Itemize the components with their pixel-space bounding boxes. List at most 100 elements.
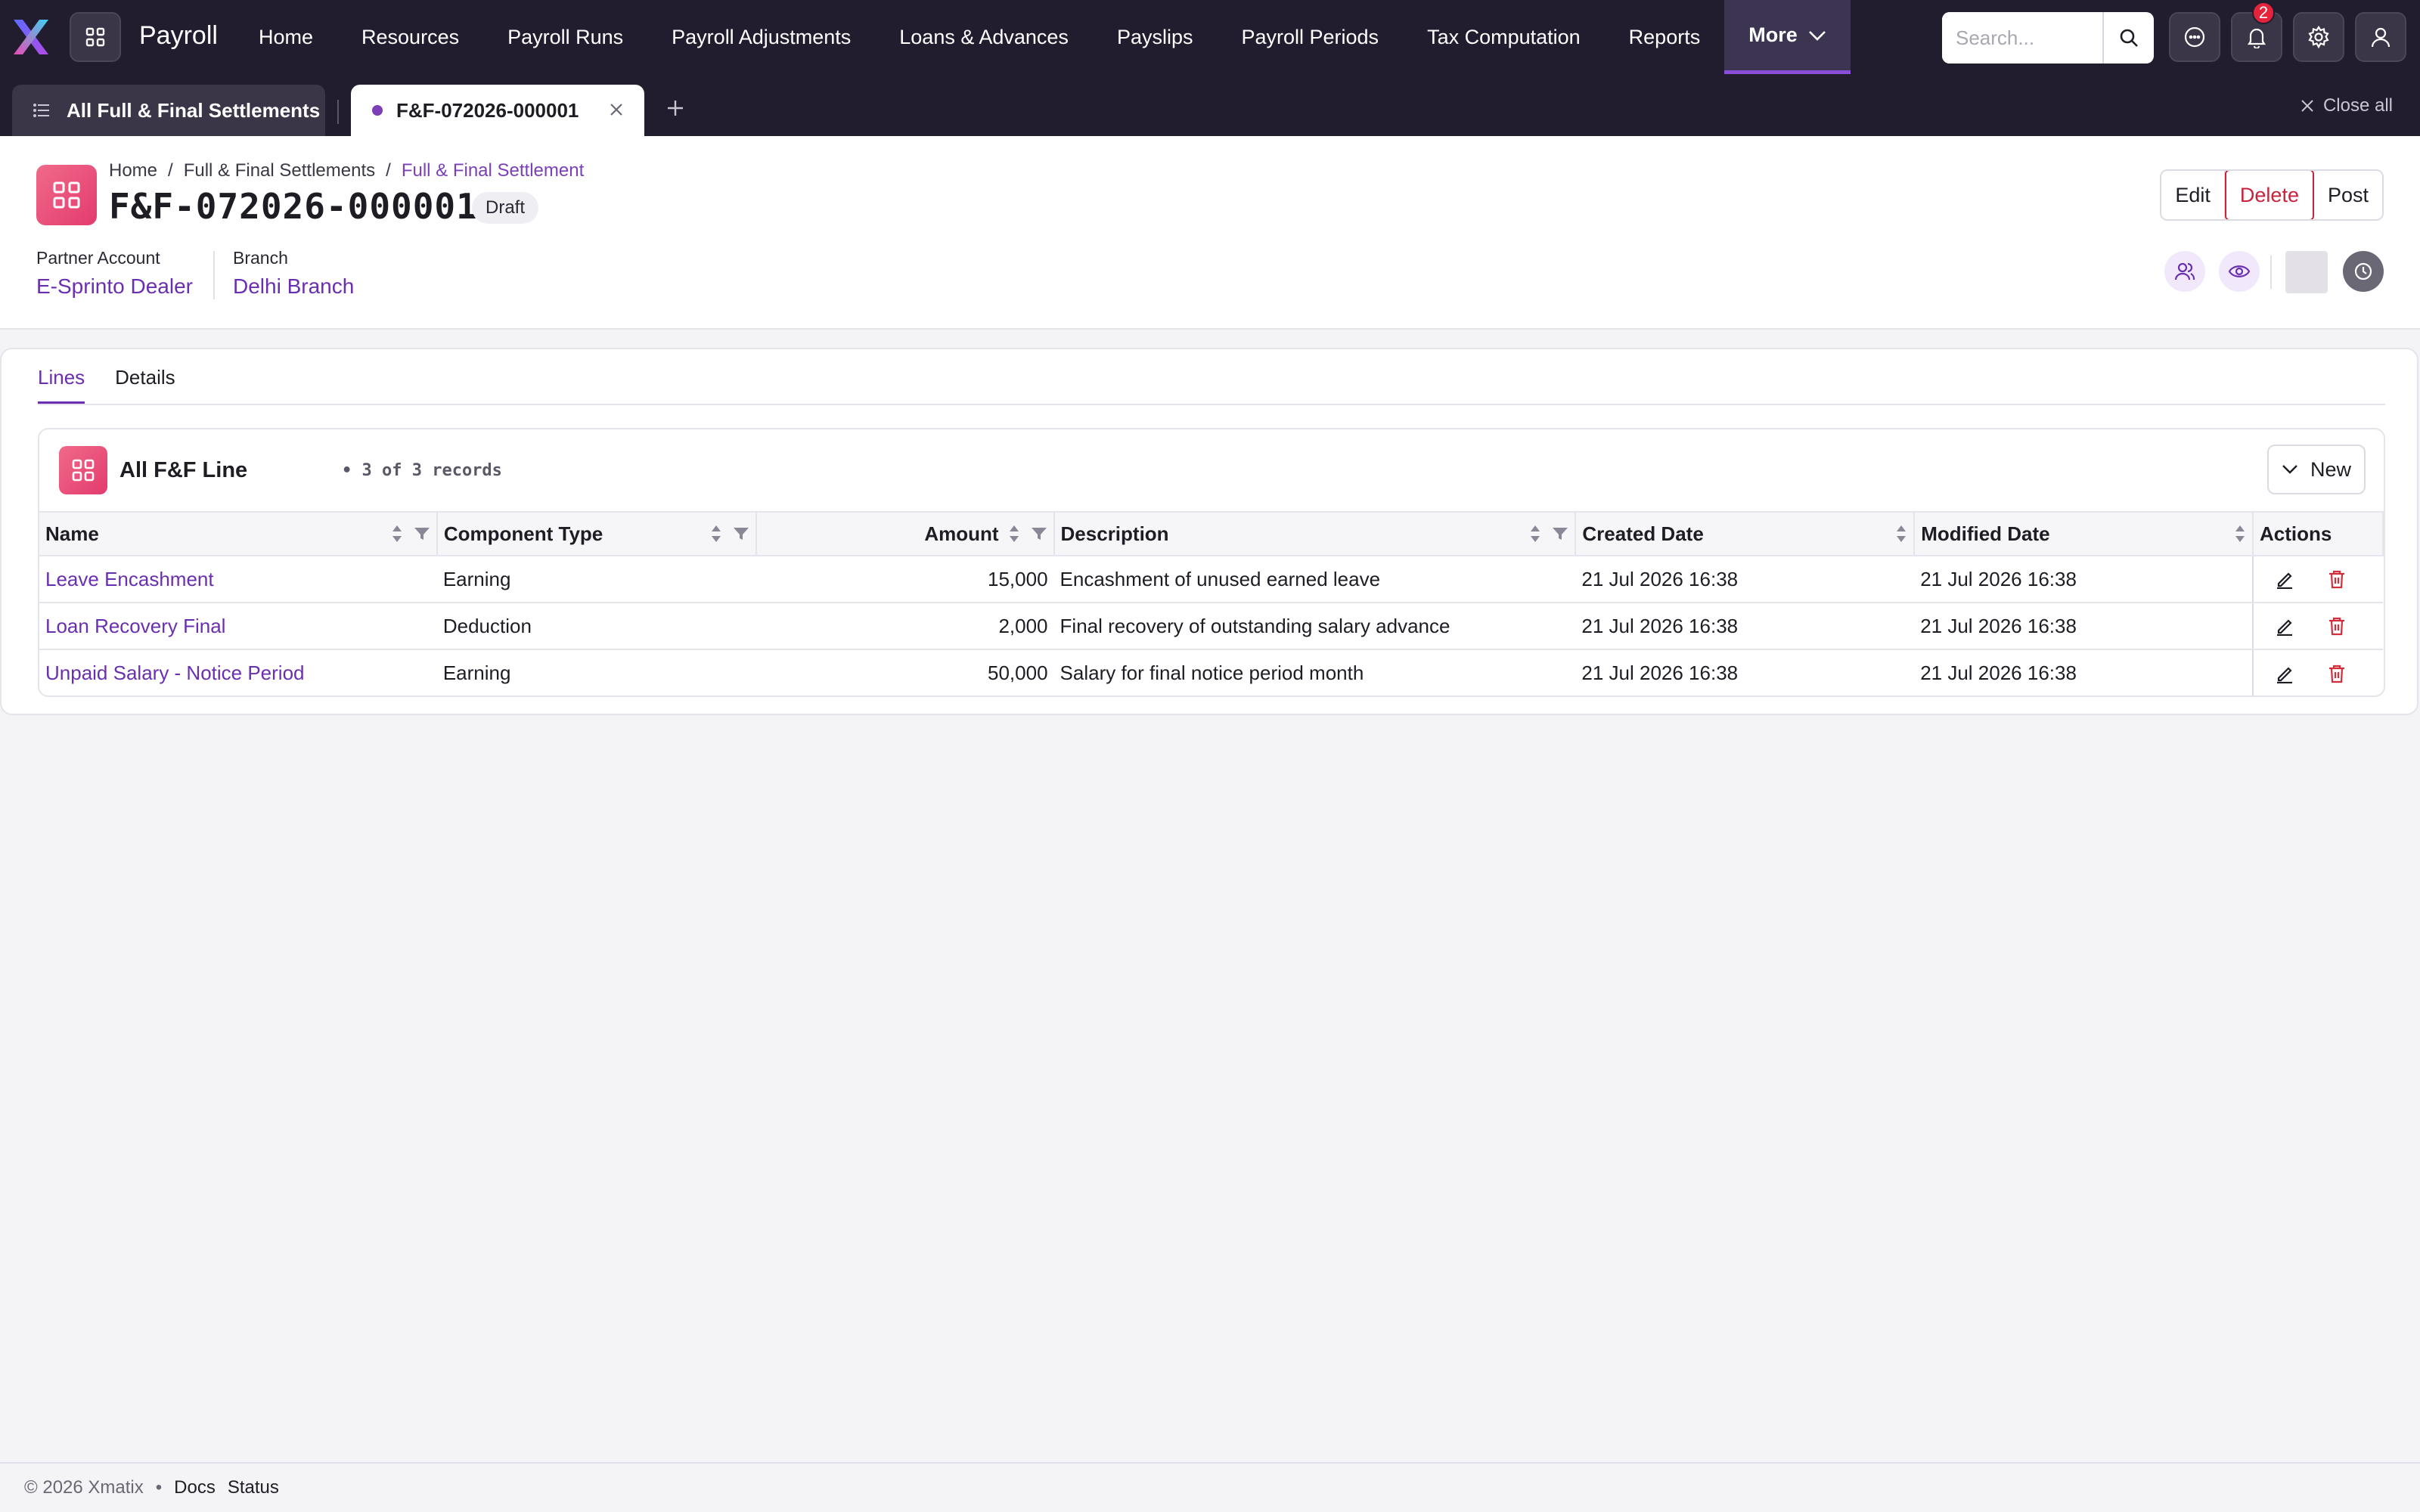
edit-icon[interactable] [2275,616,2294,636]
nav-item-payroll-adjustments[interactable]: Payroll Adjustments [647,0,875,74]
column-description-label: Description [1060,522,1169,545]
nav-item-reports[interactable]: Reports [1605,0,1725,74]
chat-button[interactable] [2169,12,2220,62]
sort-icon[interactable] [1895,524,1907,544]
history-button[interactable] [2343,251,2384,292]
tab-lines[interactable]: Lines [38,366,85,404]
created-date-cell: 21 Jul 2026 16:38 [1581,662,1739,684]
logo-x-icon[interactable] [11,17,51,57]
delete-button[interactable]: Delete [2224,171,2314,219]
column-header-amount[interactable]: Amount [755,512,1055,556]
status-badge: Draft [472,192,539,224]
breadcrumb-separator: / [168,160,173,181]
modified-date-cell: 21 Jul 2026 16:38 [1914,556,2253,603]
followers-button[interactable] [2164,251,2205,292]
nav-more-label: More [1748,23,1798,46]
chat-icon [2184,26,2205,48]
tab-divider [337,100,339,124]
close-all-label: Close all [2322,95,2393,116]
column-header-component-type[interactable]: Component Type [436,512,757,556]
edit-icon[interactable] [2275,664,2294,683]
header-icon-divider [2270,256,2272,289]
nav-item-resources[interactable]: Resources [337,0,483,74]
breadcrumb-home[interactable]: Home [109,160,157,181]
settings-button[interactable] [2293,12,2344,62]
column-header-created-date[interactable]: Created Date [1575,512,1916,556]
top-navigation-bar: Payroll Home Resources Payroll Runs Payr… [0,0,2420,74]
edit-button[interactable]: Edit [2161,171,2225,219]
search-button[interactable] [2102,12,2154,64]
sort-icon[interactable] [1529,524,1541,544]
trash-icon[interactable] [2328,569,2346,589]
new-line-button[interactable]: New [2267,445,2366,494]
sort-icon[interactable] [2234,524,2246,544]
tab-record-label: F&F-072026-000001 [396,98,579,122]
sort-icon[interactable] [1008,524,1020,544]
page-footer: © 2026 Xmatix • Docs Status [0,1462,2420,1512]
trash-icon[interactable] [2328,616,2346,636]
watch-button[interactable] [2219,251,2260,292]
table-header-row: Name Component Type Amount Description C… [39,512,2384,556]
tabs-underline [38,404,2385,405]
close-all-tabs-button[interactable]: Close all [2299,95,2393,116]
nav-item-home[interactable]: Home [234,0,337,74]
created-date-cell: 21 Jul 2026 16:38 [1575,556,1915,603]
component-type-cell: Earning [442,662,511,684]
tab-details[interactable]: Details [115,366,175,404]
app-switcher-button[interactable] [70,12,121,62]
post-button[interactable]: Post [2313,171,2382,219]
sort-icon[interactable] [710,524,722,544]
nav-item-payroll-periods[interactable]: Payroll Periods [1217,0,1403,74]
column-header-description[interactable]: Description [1053,512,1577,556]
notifications-button[interactable]: 2 [2231,2,2282,62]
close-icon [2301,100,2313,112]
branch-field: Branch Delhi Branch [233,248,354,299]
footer-link-docs[interactable]: Docs [174,1477,216,1498]
filter-icon[interactable] [414,526,430,541]
column-header-name[interactable]: Name [39,512,438,556]
branch-link[interactable]: Delhi Branch [233,274,354,299]
table-row: Loan Recovery Final Deduction 2,000 Fina… [39,603,2383,650]
branch-label: Branch [233,248,288,268]
record-tabs: Lines Details [38,366,175,404]
trash-icon[interactable] [2328,664,2346,683]
nav-item-tax-computation[interactable]: Tax Computation [1403,0,1605,74]
nav-item-more[interactable]: More [1724,0,1851,74]
copyright-text: © 2026 Xmatix [24,1477,144,1498]
plus-icon[interactable] [666,98,685,118]
line-name-link[interactable]: Unpaid Salary - Notice Period [39,649,437,696]
description-cell: Final recovery of outstanding salary adv… [1053,603,1576,650]
column-header-modified-date[interactable]: Modified Date [1914,512,2254,556]
new-button-label: New [2310,457,2351,481]
column-created-date-label: Created Date [1582,522,1704,545]
line-name-link[interactable]: Leave Encashment [39,556,437,603]
chevron-down-icon [1808,30,1826,41]
sort-icon[interactable] [391,524,403,544]
app-title: Payroll [139,21,218,50]
apps-grid-icon [85,27,105,47]
list-title: All F&F Line [119,458,248,482]
component-type-cell: Earning [436,556,756,603]
filter-icon[interactable] [1031,526,1047,541]
filter-icon[interactable] [1552,526,1568,541]
nav-item-payslips[interactable]: Payslips [1093,0,1218,74]
tab-record[interactable]: F&F-072026-000001 [351,85,644,136]
line-name-link[interactable]: Loan Recovery Final [39,603,437,650]
nav-item-loans-advances[interactable]: Loans & Advances [875,0,1093,74]
avatar [2285,251,2328,293]
amount-cell: 50,000 [988,662,1048,684]
lines-table: Name Component Type Amount Description C… [39,511,2384,696]
tab-all-settlements[interactable]: All Full & Final Settlements [12,85,325,136]
close-icon[interactable] [608,101,625,118]
search-input[interactable] [1942,12,2102,64]
footer-link-status[interactable]: Status [228,1477,279,1498]
user-profile-button[interactable] [2355,12,2406,62]
edit-icon[interactable] [2275,569,2294,589]
partner-account-link[interactable]: E-Sprinto Dealer [36,274,193,299]
description-cell: Salary for final notice period month [1060,662,1364,684]
amount-cell: 15,000 [755,556,1054,603]
breadcrumb-settlements[interactable]: Full & Final Settlements [184,160,375,181]
modified-date-cell: 21 Jul 2026 16:38 [1914,603,2253,650]
nav-item-payroll-runs[interactable]: Payroll Runs [483,0,647,74]
filter-icon[interactable] [733,526,749,541]
